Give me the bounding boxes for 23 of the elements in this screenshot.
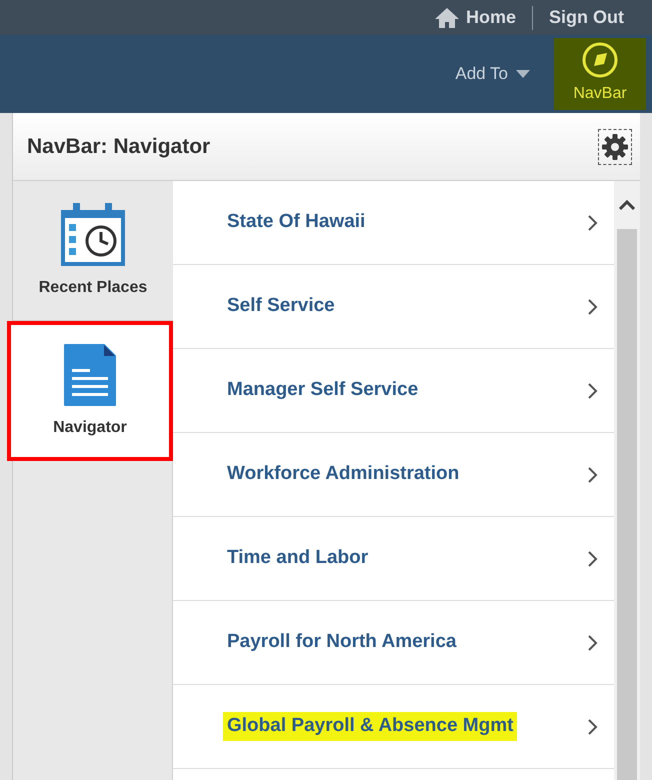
navbar-button[interactable]: NavBar (554, 38, 646, 110)
chevron-right-icon (588, 382, 598, 398)
settings-icon[interactable] (598, 128, 632, 164)
navigator-menu-item[interactable]: Global Payroll & Absence Mgmt (173, 685, 614, 769)
add-to-dropdown[interactable]: Add To (455, 35, 554, 113)
sign-out-link[interactable]: Sign Out (549, 4, 624, 31)
navigator-tile[interactable]: Navigator (7, 321, 173, 461)
home-link[interactable]: Home (434, 4, 516, 31)
calendar-clock-icon (59, 202, 127, 268)
chevron-right-icon (588, 214, 598, 230)
chevron-right-icon (588, 550, 598, 566)
chevron-right-icon (588, 466, 598, 482)
house-icon (434, 6, 460, 28)
caret-down-icon (516, 70, 530, 78)
recent-places-tile[interactable]: Recent Places (13, 181, 173, 321)
scrollbar[interactable] (614, 181, 640, 780)
scroll-up-icon[interactable] (619, 200, 635, 210)
chevron-right-icon (588, 298, 598, 314)
panel-title: NavBar: Navigator (27, 134, 210, 160)
chevron-right-icon (588, 718, 598, 734)
compass-icon (582, 42, 618, 78)
document-icon (62, 342, 118, 408)
chevron-right-icon (588, 634, 598, 650)
